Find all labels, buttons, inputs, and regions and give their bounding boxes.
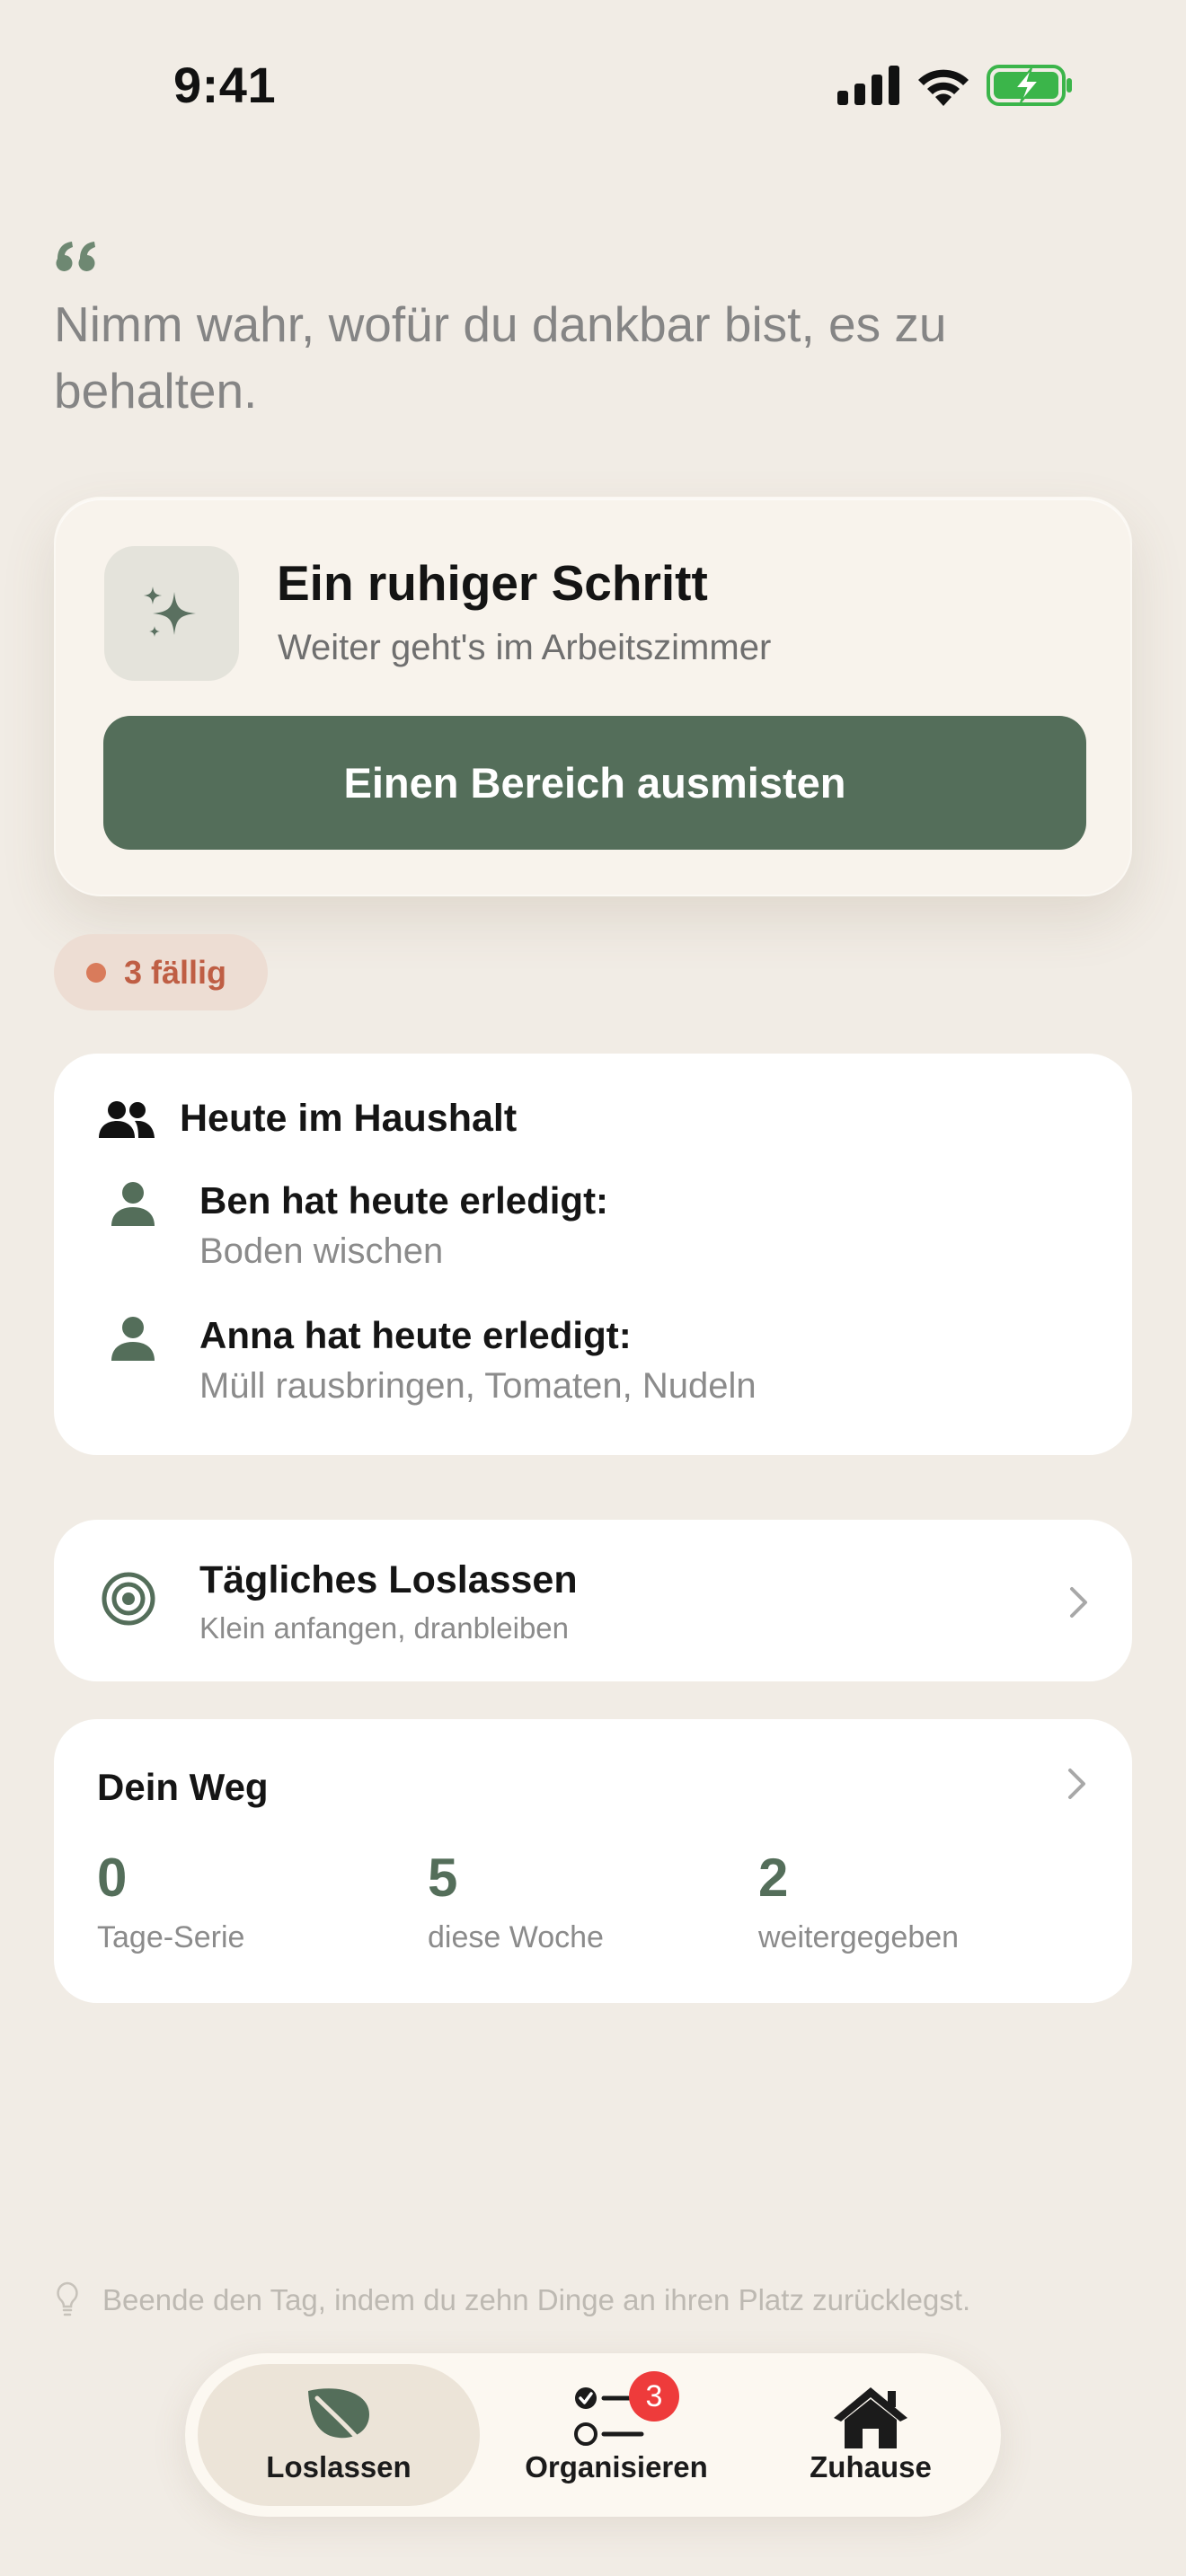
people-icon <box>99 1101 155 1138</box>
person-icon <box>111 1182 155 1226</box>
this-week-value: 5 <box>428 1848 458 1908</box>
hero-subtitle: Weiter geht's im Arbeitszimmer <box>278 628 772 667</box>
chevron-right-icon <box>1070 1587 1087 1618</box>
household-entry-title: Ben hat heute erledigt: <box>199 1179 609 1222</box>
daily-letting-go-row[interactable]: Tägliches Loslassen Klein anfangen, dran… <box>54 1520 1132 1681</box>
person-icon <box>111 1317 155 1361</box>
status-time: 9:41 <box>173 57 277 113</box>
hero-title: Ein ruhiger Schritt <box>277 555 708 611</box>
streak-days-value: 0 <box>97 1848 128 1908</box>
due-badge[interactable]: 3 fällig <box>54 934 268 1010</box>
hero-icon-tile <box>104 546 239 681</box>
target-icon <box>102 1572 155 1626</box>
tip-text: Beende den Tag, indem du zehn Dinge an i… <box>102 2283 971 2316</box>
daily-subtitle: Klein anfangen, dranbleiben <box>199 1611 570 1645</box>
due-dot <box>86 962 106 983</box>
declutter-area-button[interactable]: Einen Bereich ausmisten <box>103 716 1086 850</box>
leaf-icon <box>308 2388 369 2442</box>
tab-label: Organisieren <box>525 2450 708 2483</box>
tab-bar: Loslassen 3 Organisieren Zuhause <box>185 2353 1001 2517</box>
battery-charging-icon <box>987 65 1072 106</box>
tab-label: Loslassen <box>266 2450 412 2483</box>
daily-title: Tägliches Loslassen <box>199 1558 578 1601</box>
household-entry-tasks: Müll rausbringen, Tomaten, Nudeln <box>199 1366 757 1406</box>
status-icons <box>837 63 1073 108</box>
tab-loslassen[interactable]: Loslassen <box>198 2364 480 2506</box>
quote-icon <box>56 242 95 271</box>
household-entry-tasks: Boden wischen <box>199 1231 444 1271</box>
sparkles-icon <box>144 587 196 637</box>
cellular-signal-icon <box>837 66 899 105</box>
your-path-card[interactable]: Dein Weg 0 Tage-Serie 5 diese Woche 2 we… <box>54 1719 1132 2003</box>
streak-days-label: Tage-Serie <box>97 1920 245 1954</box>
wifi-icon <box>918 69 969 106</box>
chevron-right-icon <box>1068 1769 1085 1799</box>
this-week-label: diese Woche <box>428 1920 604 1954</box>
quote-text: Nimm wahr, wofür du dankbar bist, es zu … <box>54 296 947 419</box>
due-badge-label: 3 fällig <box>124 953 227 991</box>
next-step-card: Ein ruhiger Schritt Weiter geht's im Arb… <box>54 497 1132 896</box>
household-title: Heute im Haushalt <box>180 1097 518 1140</box>
household-entry-title: Anna hat heute erledigt: <box>199 1314 632 1356</box>
tab-label: Zuhause <box>810 2450 932 2483</box>
tab-organisieren[interactable]: 3 Organisieren <box>482 2364 751 2506</box>
passed-on-label: weitergegeben <box>758 1920 960 1954</box>
path-title: Dein Weg <box>97 1766 269 1808</box>
household-today-card: Heute im Haushalt Ben hat heute erledigt… <box>54 1054 1132 1455</box>
tab-zuhause[interactable]: Zuhause <box>753 2364 988 2506</box>
notification-badge: 3 <box>629 2371 679 2422</box>
lightbulb-icon <box>57 2281 78 2316</box>
house-icon <box>834 2387 907 2448</box>
passed-on-value: 2 <box>758 1848 789 1908</box>
